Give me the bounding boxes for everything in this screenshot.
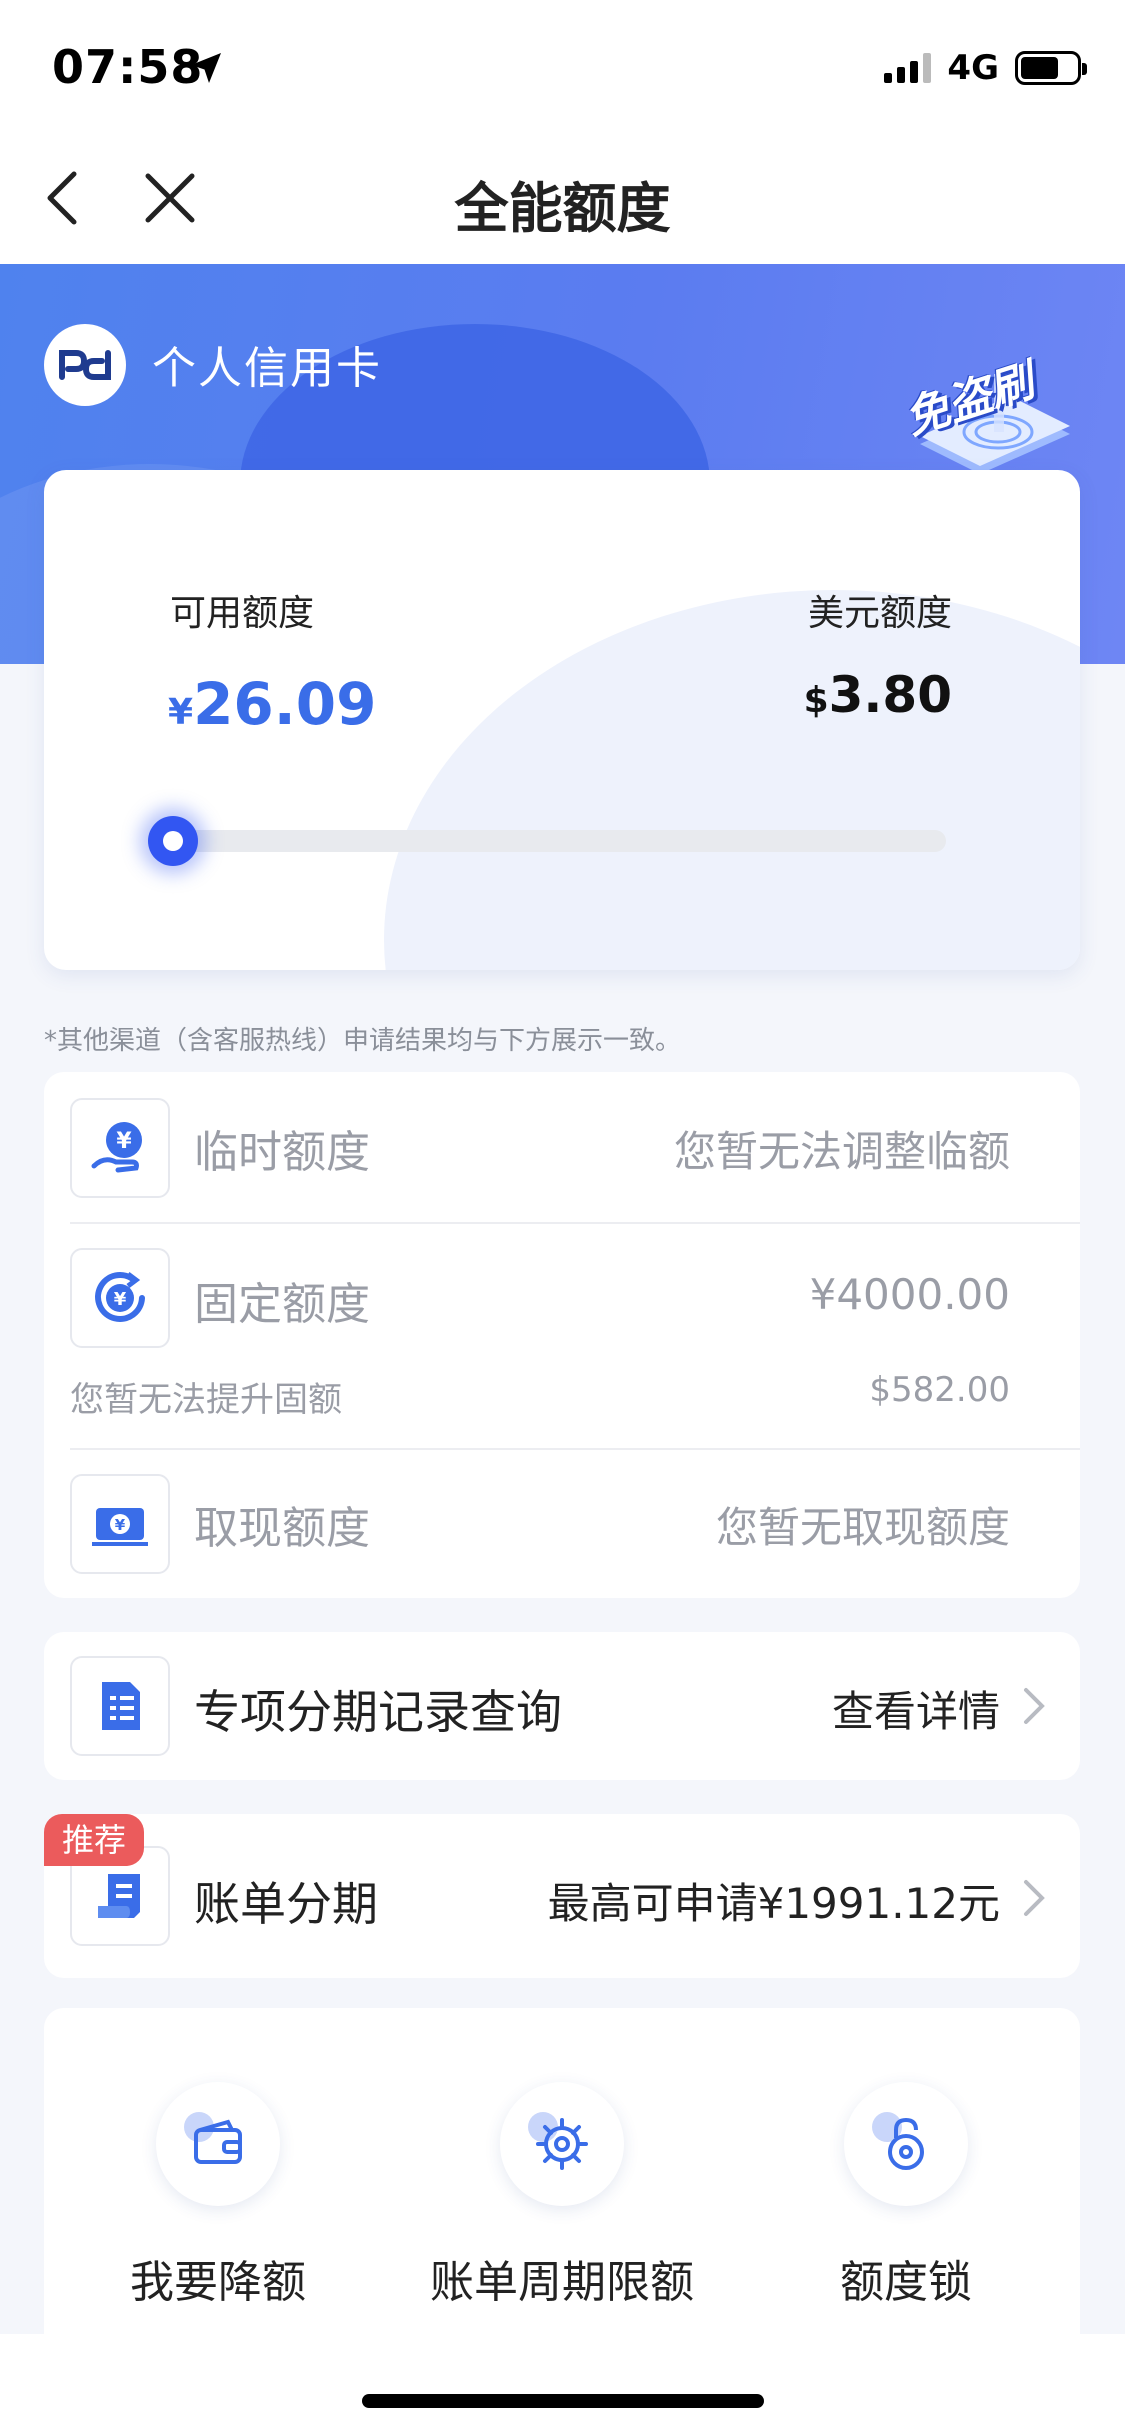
available-limit-label: 可用额度 xyxy=(170,593,315,634)
limit-usage-indicator xyxy=(148,816,198,866)
chevron-right-icon xyxy=(1024,1880,1045,1916)
network-type: 4G xyxy=(947,48,999,88)
svg-text:¥: ¥ xyxy=(114,1289,127,1310)
status-bar: 07:58 4G xyxy=(0,0,1125,132)
available-limit-value: ¥26.09 xyxy=(168,670,377,738)
cash-limit-icon: ¥ xyxy=(70,1474,170,1574)
fixed-limit-icon: ¥ xyxy=(70,1248,170,1348)
available-amount: 26.09 xyxy=(193,670,377,738)
billing-cycle-limit-action[interactable]: 账单周期限额 xyxy=(402,2082,722,2310)
fixed-limit-title: 固定额度 xyxy=(194,1279,370,1330)
fixed-limit-value: ¥4000.00 xyxy=(809,1270,1010,1319)
usd-limit-label: 美元额度 xyxy=(807,593,952,634)
usd-currency: $ xyxy=(803,680,829,721)
usd-amount: 3.80 xyxy=(828,666,952,724)
reduce-limit-label: 我要降额 xyxy=(130,2257,306,2308)
lock-icon xyxy=(888,2117,924,2170)
status-time: 07:58 xyxy=(52,40,204,94)
battery-icon xyxy=(1015,51,1087,85)
wallet-icon xyxy=(194,2119,242,2164)
bank-logo-icon xyxy=(44,324,126,406)
installment-record-query-row[interactable]: 专项分期记录查询 查看详情 xyxy=(44,1632,1080,1780)
navigation-bar: 全能额度 xyxy=(0,132,1125,264)
fixed-limit-note: 您暂无法提升固额 xyxy=(70,1380,342,1420)
limit-lock-action[interactable]: 额度锁 xyxy=(746,2082,1066,2310)
gear-icon xyxy=(536,2118,588,2170)
home-indicator[interactable] xyxy=(362,2394,764,2408)
limit-lock-label: 额度锁 xyxy=(840,2257,972,2308)
bill-installment-title: 账单分期 xyxy=(194,1877,378,1931)
temp-limit-title: 临时额度 xyxy=(194,1127,370,1178)
bill-installment-row[interactable]: 账单分期 最高可申请¥1991.12元 xyxy=(44,1814,1080,1978)
temp-limit-icon: ¥ xyxy=(70,1098,170,1198)
reduce-limit-action[interactable]: 我要降额 xyxy=(58,2082,378,2310)
billing-cycle-limit-label: 账单周期限额 xyxy=(430,2257,694,2308)
limit-usage-bar xyxy=(172,830,946,852)
view-details-link[interactable]: 查看详情 xyxy=(832,1678,1000,1739)
bill-installment-max: 最高可申请¥1991.12元 xyxy=(547,1879,1000,1928)
channel-notice: *其他渠道（含客服热线）申请结果均与下方展示一致。 xyxy=(44,1026,682,1056)
installment-record-title: 专项分期记录查询 xyxy=(194,1685,562,1739)
location-arrow-icon xyxy=(191,53,221,83)
quota-list-card: ¥ 临时额度 您暂无法调整临额 ¥ 固定额度 ¥4000.00 您暂无法提升固额… xyxy=(44,1072,1080,1598)
available-limit-card: 可用额度 美元额度 ¥26.09 $3.80 xyxy=(44,470,1080,970)
temp-limit-value: 您暂无法调整临额 xyxy=(673,1127,1010,1176)
svg-text:¥: ¥ xyxy=(115,1516,126,1534)
usd-limit-value: $3.80 xyxy=(804,666,952,724)
card-type-label: 个人信用卡 xyxy=(152,343,382,394)
chevron-right-icon xyxy=(1024,1688,1045,1724)
available-currency: ¥ xyxy=(168,692,194,733)
document-list-icon xyxy=(70,1656,170,1756)
cellular-signal-icon xyxy=(884,53,932,83)
page-title: 全能额度 xyxy=(454,177,671,240)
recommend-badge: 推荐 xyxy=(44,1814,145,1866)
svg-text:¥: ¥ xyxy=(116,1129,132,1154)
cash-limit-value: 您暂无取现额度 xyxy=(715,1503,1010,1552)
cash-limit-title: 取现额度 xyxy=(194,1503,370,1554)
status-indicators: 4G xyxy=(884,48,1087,88)
fixed-limit-usd: $582.00 xyxy=(869,1370,1010,1410)
